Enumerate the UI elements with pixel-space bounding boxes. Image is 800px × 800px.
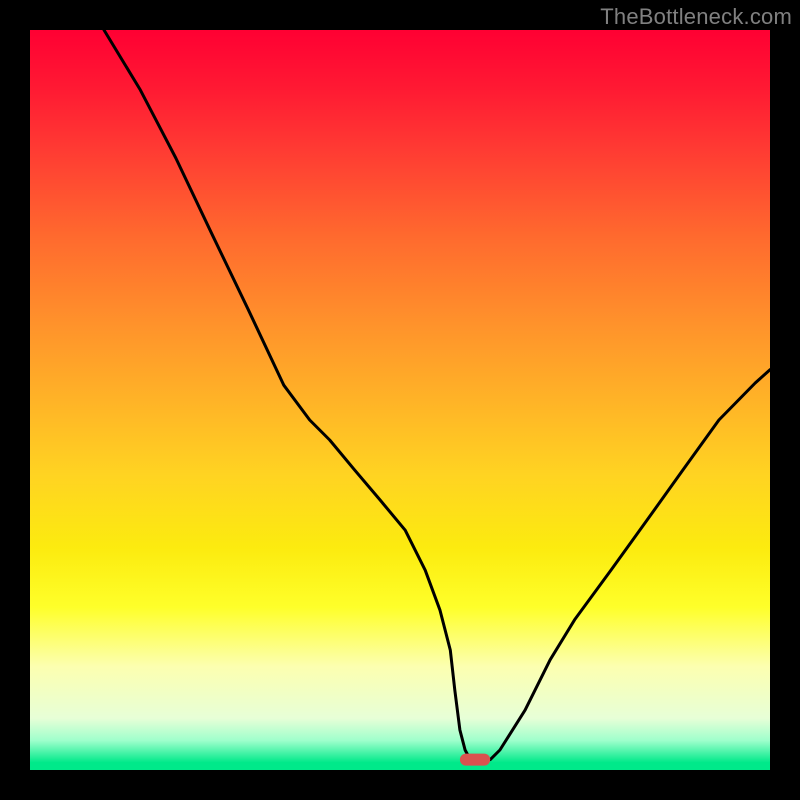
watermark-label: TheBottleneck.com	[600, 4, 792, 30]
plot-area	[30, 30, 770, 770]
min-marker	[460, 754, 490, 766]
bottleneck-curve	[104, 30, 770, 760]
chart-frame: TheBottleneck.com	[0, 0, 800, 800]
curve-svg	[30, 30, 770, 770]
